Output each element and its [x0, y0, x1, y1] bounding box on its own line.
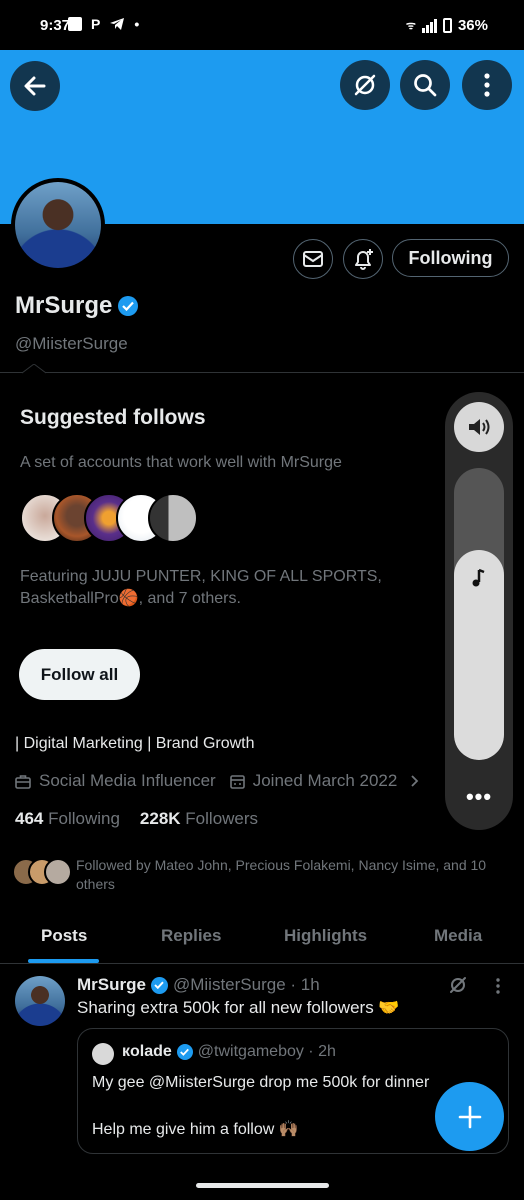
sound-mode-button[interactable] — [454, 402, 504, 452]
quoted-handle-time: @twitgameboy · 2h — [197, 1043, 336, 1060]
following-count-link[interactable]: 464 Following — [15, 809, 120, 829]
media-volume-slider[interactable] — [454, 468, 504, 760]
profile-bio: | Digital Marketing | Brand Growth — [15, 735, 255, 752]
active-tab-indicator — [28, 959, 99, 963]
follow-all-button[interactable]: Follow all — [19, 649, 140, 700]
verified-badge-icon — [118, 296, 139, 316]
p-app-icon: P — [91, 16, 101, 32]
telegram-icon — [110, 18, 125, 30]
briefcase-icon — [15, 774, 31, 789]
post-more-icon[interactable] — [496, 978, 500, 994]
avatar — [44, 858, 72, 886]
profile-display-name: MrSurge — [15, 292, 113, 319]
quoted-text-line2: Help me give him a follow 🙌🏽 — [92, 1121, 299, 1138]
quoted-author-name: кolade — [122, 1043, 172, 1060]
post-author-avatar[interactable] — [15, 976, 65, 1026]
profile-tabs: Posts Replies Highlights Media — [0, 912, 524, 964]
suggested-follows-title: Suggested follows — [20, 406, 206, 429]
follow-counts: 464 Following 228K Followers — [15, 809, 258, 829]
verified-badge-icon — [176, 1044, 193, 1060]
calendar-icon — [229, 774, 245, 789]
post-handle-time: @MiisterSurge · 1h — [172, 975, 320, 994]
post-author-name[interactable]: MrSurge — [77, 975, 146, 995]
more-notifications-dot-icon: • — [134, 16, 140, 32]
following-button[interactable]: Following — [392, 239, 509, 277]
volume-fill — [454, 550, 504, 760]
search-button[interactable] — [400, 60, 450, 110]
profile-name: MrSurge — [15, 292, 139, 320]
more-vertical-icon — [484, 73, 490, 97]
download-notification-icon — [68, 17, 82, 31]
status-bar: 9:37 P • ᯤ 36% — [0, 0, 524, 50]
signal-icon — [421, 18, 437, 33]
tab-posts[interactable]: Posts — [41, 926, 87, 946]
quoted-author-avatar — [92, 1043, 114, 1065]
tab-highlights[interactable]: Highlights — [284, 926, 367, 946]
profile-handle: @MiisterSurge — [15, 334, 128, 353]
tab-media[interactable]: Media — [434, 926, 482, 946]
wifi-calling-icon: ᯤ — [405, 20, 416, 32]
grok-icon — [354, 74, 376, 96]
volume-more-options-icon[interactable]: ••• — [445, 784, 513, 810]
verified-badge-icon — [150, 976, 168, 994]
followed-by[interactable]: Followed by Mateo John, Precious Folakem… — [12, 856, 512, 896]
volume-panel: ••• — [445, 392, 513, 830]
music-note-icon — [472, 568, 485, 587]
post-header: MrSurge @MiisterSurge · 1h — [77, 975, 320, 995]
suggested-featuring: Featuring JUJU PUNTER, KING OF ALL SPORT… — [20, 568, 382, 607]
plus-icon — [458, 1105, 481, 1128]
battery-percent: 36% — [457, 17, 488, 34]
bell-plus-icon — [355, 249, 373, 270]
notify-button[interactable] — [343, 239, 383, 279]
compose-post-button[interactable] — [435, 1082, 504, 1151]
grok-icon[interactable] — [448, 975, 468, 995]
more-options-button[interactable] — [462, 60, 512, 110]
notification-icons: P • — [68, 16, 139, 32]
arrow-left-icon — [24, 76, 46, 96]
followers-count-link[interactable]: 228K Followers — [140, 809, 258, 829]
tab-replies[interactable]: Replies — [161, 926, 221, 946]
avatar — [148, 493, 198, 543]
speaker-icon — [469, 419, 490, 435]
caret-pointer-icon — [22, 364, 46, 374]
home-indicator[interactable] — [196, 1183, 329, 1188]
chevron-right-icon[interactable] — [411, 775, 419, 787]
battery-icon — [442, 18, 452, 33]
quoted-post-header: кolade @twitgameboy · 2h — [122, 1043, 336, 1061]
grok-button[interactable] — [340, 60, 390, 110]
envelope-icon — [303, 251, 323, 267]
profile-meta: Social Media Influencer Joined March 202… — [15, 771, 419, 791]
profile-category: Social Media Influencer — [39, 771, 216, 790]
system-status-icons: ᯤ 36% — [406, 17, 488, 34]
status-time: 9:37 — [40, 17, 71, 34]
post-text: Sharing extra 500k for all new followers… — [77, 998, 400, 1017]
suggested-follows-description: A set of accounts that work well with Mr… — [20, 454, 342, 471]
profile-joined-date: Joined March 2022 — [252, 771, 398, 790]
followed-by-text: Followed by Mateo John, Precious Folakem… — [76, 857, 487, 892]
followed-by-avatars — [12, 858, 72, 890]
suggested-avatars[interactable] — [20, 493, 220, 543]
search-icon — [414, 74, 437, 97]
quoted-text-line1: My gee @MiisterSurge drop me 500k for di… — [92, 1074, 430, 1091]
back-button[interactable] — [10, 61, 60, 111]
message-button[interactable] — [293, 239, 333, 279]
profile-avatar[interactable] — [11, 178, 105, 272]
